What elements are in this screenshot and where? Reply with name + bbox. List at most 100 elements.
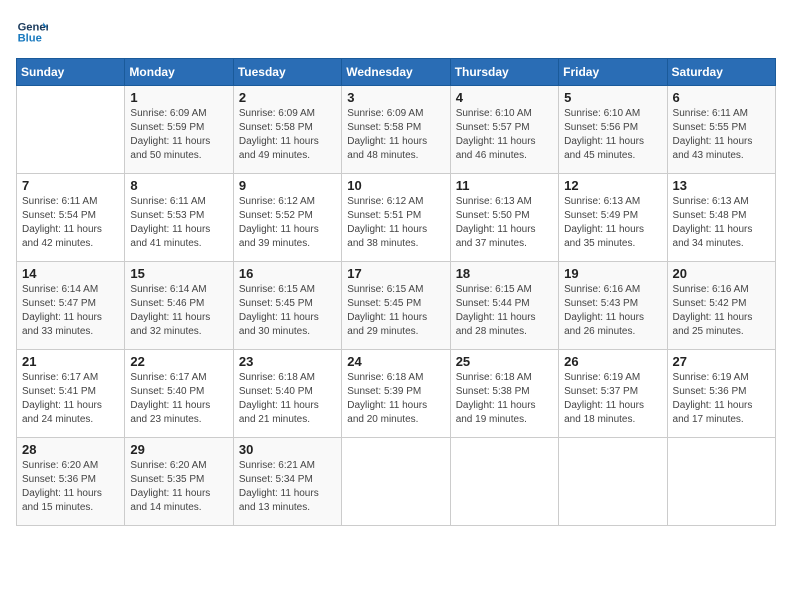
day-number: 6 [673, 90, 770, 105]
day-number: 21 [22, 354, 119, 369]
weekday-header-row: SundayMondayTuesdayWednesdayThursdayFrid… [17, 59, 776, 86]
day-info: Sunrise: 6:18 AM Sunset: 5:39 PM Dayligh… [347, 371, 444, 427]
calendar-cell: 10 Sunrise: 6:12 AM Sunset: 5:51 PM Dayli… [342, 174, 450, 262]
calendar-cell: 5 Sunrise: 6:10 AM Sunset: 5:56 PM Daylig… [559, 86, 667, 174]
calendar-cell: 26Sunrise: 6:19 AM Sunset: 5:37 PM Dayli… [559, 350, 667, 438]
day-info: Sunrise: 6:17 AM Sunset: 5:41 PM Dayligh… [22, 371, 119, 427]
calendar-cell [667, 438, 775, 526]
calendar-cell: 7 Sunrise: 6:11 AM Sunset: 5:54 PM Daylig… [17, 174, 125, 262]
day-number: 17 [347, 266, 444, 281]
calendar-body: 1 Sunrise: 6:09 AM Sunset: 5:59 PM Daylig… [17, 86, 776, 526]
weekday-header-cell: Monday [125, 59, 233, 86]
day-number: 15 [130, 266, 227, 281]
day-number: 1 [130, 90, 227, 105]
calendar-cell: 24 Sunrise: 6:18 AM Sunset: 5:39 PM Dayli… [342, 350, 450, 438]
day-number: 22 [130, 354, 227, 369]
day-info: Sunrise: 6:14 AM Sunset: 5:47 PM Dayligh… [22, 283, 119, 339]
calendar-cell: 8Sunrise: 6:11 AM Sunset: 5:53 PM Daylig… [125, 174, 233, 262]
day-number: 13 [673, 178, 770, 193]
day-info: Sunrise: 6:11 AM Sunset: 5:55 PM Dayligh… [673, 107, 770, 163]
day-info: Sunrise: 6:13 AM Sunset: 5:50 PM Dayligh… [456, 195, 553, 251]
calendar-cell [342, 438, 450, 526]
day-number: 14 [22, 266, 119, 281]
calendar-cell: 3 Sunrise: 6:09 AM Sunset: 5:58 PM Daylig… [342, 86, 450, 174]
day-info: Sunrise: 6:20 AM Sunset: 5:35 PM Dayligh… [130, 459, 227, 515]
weekday-header-cell: Saturday [667, 59, 775, 86]
day-number: 5 [564, 90, 661, 105]
calendar-cell: 1 Sunrise: 6:09 AM Sunset: 5:59 PM Daylig… [125, 86, 233, 174]
day-info: Sunrise: 6:20 AM Sunset: 5:36 PM Dayligh… [22, 459, 119, 515]
weekday-header-cell: Friday [559, 59, 667, 86]
day-info: Sunrise: 6:14 AM Sunset: 5:46 PM Dayligh… [130, 283, 227, 339]
day-info: Sunrise: 6:15 AM Sunset: 5:45 PM Dayligh… [239, 283, 336, 339]
logo-icon: General Blue [16, 16, 48, 48]
calendar-cell: 30 Sunrise: 6:21 AM Sunset: 5:34 PM Dayli… [233, 438, 341, 526]
calendar-cell: 9 Sunrise: 6:12 AM Sunset: 5:52 PM Daylig… [233, 174, 341, 262]
day-info: Sunrise: 6:18 AM Sunset: 5:38 PM Dayligh… [456, 371, 553, 427]
calendar-table: SundayMondayTuesdayWednesdayThursdayFrid… [16, 58, 776, 526]
weekday-header-cell: Wednesday [342, 59, 450, 86]
calendar-cell: 12 Sunrise: 6:13 AM Sunset: 5:49 PM Dayli… [559, 174, 667, 262]
day-info: Sunrise: 6:09 AM Sunset: 5:58 PM Dayligh… [347, 107, 444, 163]
day-info: Sunrise: 6:12 AM Sunset: 5:52 PM Dayligh… [239, 195, 336, 251]
calendar-cell: 28 Sunrise: 6:20 AM Sunset: 5:36 PM Dayli… [17, 438, 125, 526]
calendar-cell: 2Sunrise: 6:09 AM Sunset: 5:58 PM Daylig… [233, 86, 341, 174]
calendar-week-row: 28 Sunrise: 6:20 AM Sunset: 5:36 PM Dayli… [17, 438, 776, 526]
day-number: 28 [22, 442, 119, 457]
day-number: 20 [673, 266, 770, 281]
day-info: Sunrise: 6:13 AM Sunset: 5:49 PM Dayligh… [564, 195, 661, 251]
day-number: 24 [347, 354, 444, 369]
calendar-week-row: 7 Sunrise: 6:11 AM Sunset: 5:54 PM Daylig… [17, 174, 776, 262]
calendar-cell: 16Sunrise: 6:15 AM Sunset: 5:45 PM Dayli… [233, 262, 341, 350]
day-number: 7 [22, 178, 119, 193]
day-number: 30 [239, 442, 336, 457]
calendar-cell: 15 Sunrise: 6:14 AM Sunset: 5:46 PM Dayli… [125, 262, 233, 350]
day-info: Sunrise: 6:12 AM Sunset: 5:51 PM Dayligh… [347, 195, 444, 251]
weekday-header-cell: Sunday [17, 59, 125, 86]
calendar-cell: 21 Sunrise: 6:17 AM Sunset: 5:41 PM Dayli… [17, 350, 125, 438]
day-number: 9 [239, 178, 336, 193]
day-number: 3 [347, 90, 444, 105]
calendar-cell: 18 Sunrise: 6:15 AM Sunset: 5:44 PM Dayli… [450, 262, 558, 350]
day-info: Sunrise: 6:21 AM Sunset: 5:34 PM Dayligh… [239, 459, 336, 515]
calendar-cell: 4Sunrise: 6:10 AM Sunset: 5:57 PM Daylig… [450, 86, 558, 174]
day-info: Sunrise: 6:17 AM Sunset: 5:40 PM Dayligh… [130, 371, 227, 427]
day-info: Sunrise: 6:11 AM Sunset: 5:53 PM Dayligh… [130, 195, 227, 251]
day-number: 27 [673, 354, 770, 369]
calendar-cell: 17 Sunrise: 6:15 AM Sunset: 5:45 PM Dayli… [342, 262, 450, 350]
day-number: 11 [456, 178, 553, 193]
day-info: Sunrise: 6:10 AM Sunset: 5:57 PM Dayligh… [456, 107, 553, 163]
calendar-cell: 25 Sunrise: 6:18 AM Sunset: 5:38 PM Dayli… [450, 350, 558, 438]
weekday-header-cell: Tuesday [233, 59, 341, 86]
day-number: 26 [564, 354, 661, 369]
day-number: 23 [239, 354, 336, 369]
day-number: 25 [456, 354, 553, 369]
day-info: Sunrise: 6:18 AM Sunset: 5:40 PM Dayligh… [239, 371, 336, 427]
day-info: Sunrise: 6:15 AM Sunset: 5:45 PM Dayligh… [347, 283, 444, 339]
calendar-week-row: 1 Sunrise: 6:09 AM Sunset: 5:59 PM Daylig… [17, 86, 776, 174]
calendar-cell [17, 86, 125, 174]
calendar-cell: 22 Sunrise: 6:17 AM Sunset: 5:40 PM Dayli… [125, 350, 233, 438]
day-number: 29 [130, 442, 227, 457]
day-info: Sunrise: 6:10 AM Sunset: 5:56 PM Dayligh… [564, 107, 661, 163]
day-number: 12 [564, 178, 661, 193]
day-info: Sunrise: 6:11 AM Sunset: 5:54 PM Dayligh… [22, 195, 119, 251]
calendar-cell: 19Sunrise: 6:16 AM Sunset: 5:43 PM Dayli… [559, 262, 667, 350]
svg-text:Blue: Blue [18, 33, 42, 45]
day-info: Sunrise: 6:16 AM Sunset: 5:42 PM Dayligh… [673, 283, 770, 339]
calendar-cell: 20 Sunrise: 6:16 AM Sunset: 5:42 PM Dayli… [667, 262, 775, 350]
calendar-cell [559, 438, 667, 526]
calendar-week-row: 14 Sunrise: 6:14 AM Sunset: 5:47 PM Dayli… [17, 262, 776, 350]
calendar-cell: 13Sunrise: 6:13 AM Sunset: 5:48 PM Dayli… [667, 174, 775, 262]
calendar-cell: 27 Sunrise: 6:19 AM Sunset: 5:36 PM Dayli… [667, 350, 775, 438]
calendar-cell: 23 Sunrise: 6:18 AM Sunset: 5:40 PM Dayli… [233, 350, 341, 438]
calendar-cell: 29 Sunrise: 6:20 AM Sunset: 5:35 PM Dayli… [125, 438, 233, 526]
day-info: Sunrise: 6:15 AM Sunset: 5:44 PM Dayligh… [456, 283, 553, 339]
day-number: 18 [456, 266, 553, 281]
logo: General Blue [16, 16, 48, 48]
weekday-header-cell: Thursday [450, 59, 558, 86]
day-info: Sunrise: 6:19 AM Sunset: 5:36 PM Dayligh… [673, 371, 770, 427]
day-info: Sunrise: 6:09 AM Sunset: 5:59 PM Dayligh… [130, 107, 227, 163]
calendar-cell: 14 Sunrise: 6:14 AM Sunset: 5:47 PM Dayli… [17, 262, 125, 350]
day-number: 10 [347, 178, 444, 193]
